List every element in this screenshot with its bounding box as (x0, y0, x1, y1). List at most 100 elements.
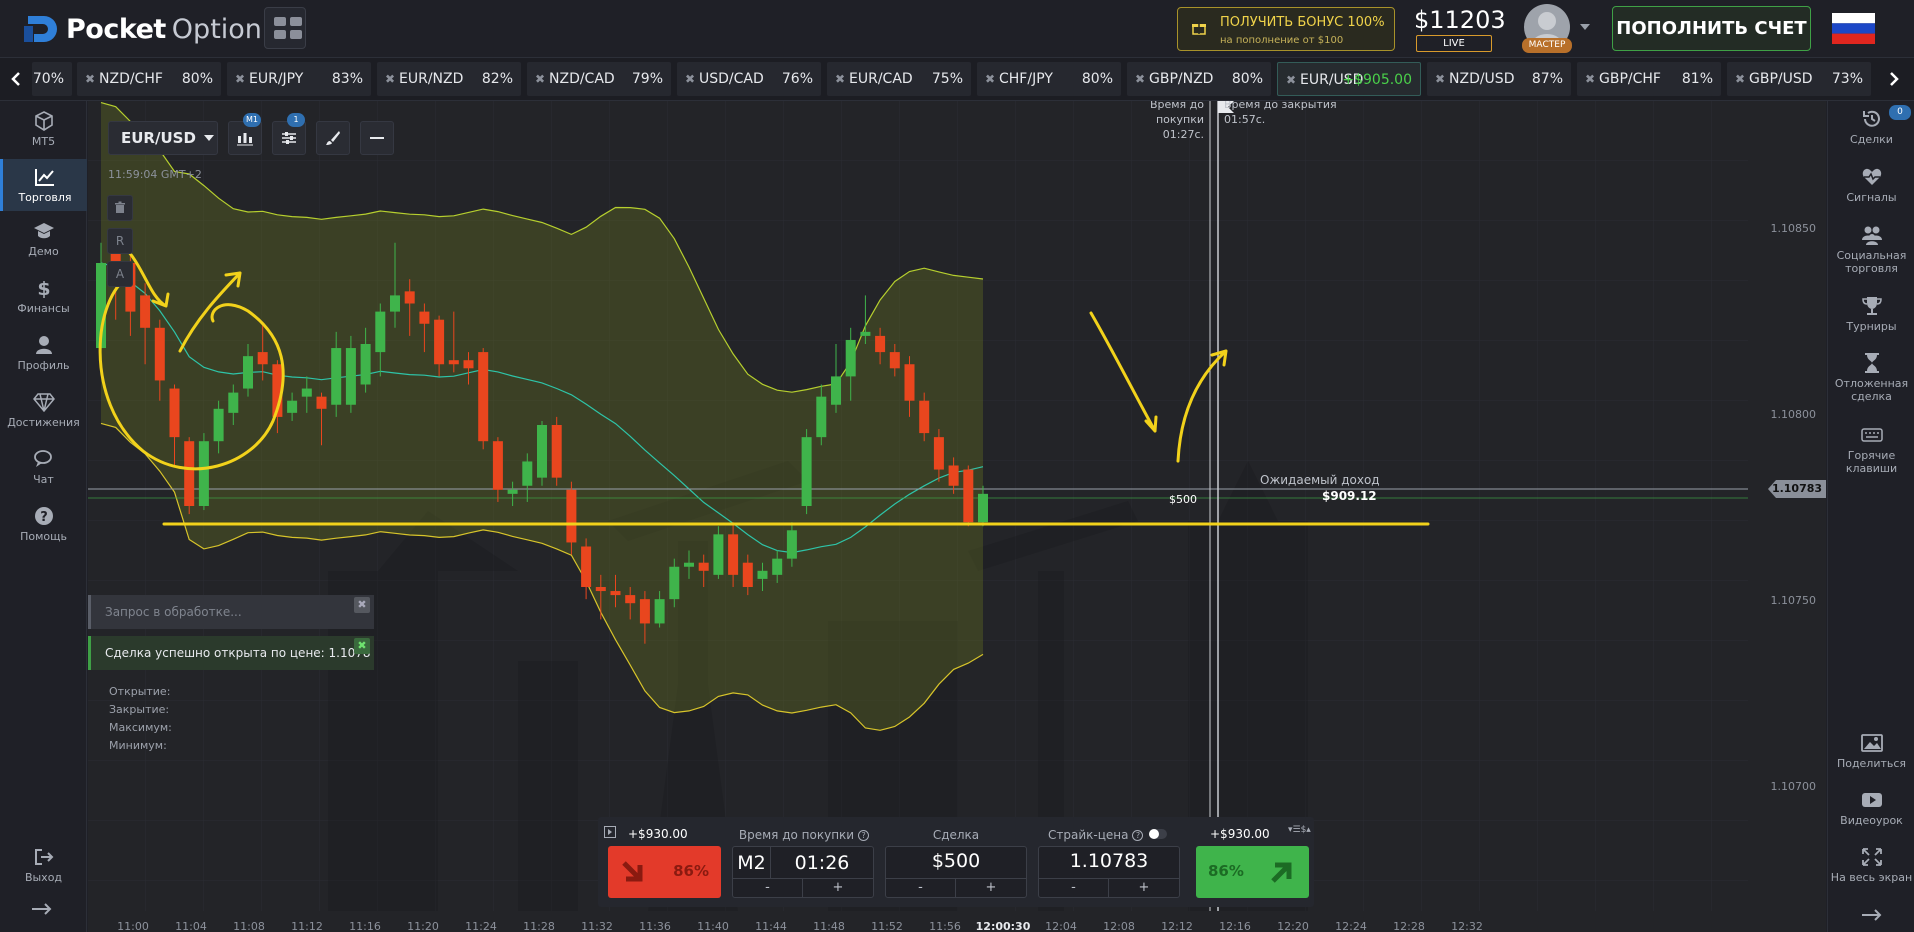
close-icon[interactable]: ✖ (1435, 62, 1445, 96)
pair-tab[interactable]: ✖ USD/CAD 76% (677, 62, 821, 96)
pair-tab[interactable]: ✖ NZD/CAD 79% (527, 62, 671, 96)
pair-tab[interactable]: ✖ NZD/CHF 80% (77, 62, 221, 96)
pair-name: USD/CAD (699, 71, 764, 87)
close-icon[interactable]: ✖ (1585, 62, 1595, 96)
more-options-button[interactable] (360, 121, 394, 155)
strike-plus-button[interactable]: + (1109, 878, 1179, 897)
r-tool-button[interactable]: R (107, 228, 133, 254)
collapse-arrow-icon[interactable] (30, 901, 54, 917)
sidebar-item-achievements[interactable]: Достижения (0, 392, 87, 440)
candle-bear (948, 465, 959, 486)
sidebar-item-video-tutorial[interactable]: Видеоурок (1828, 790, 1914, 838)
sidebar-item-chat[interactable]: Чат (0, 449, 87, 497)
scroll-left-icon[interactable] (8, 70, 26, 88)
pair-tab[interactable]: ✖ CHF/JPY 80% (977, 62, 1121, 96)
timeframe-value[interactable]: M2 (733, 847, 771, 879)
sidebar-item-tournaments[interactable]: Турниры (1828, 296, 1914, 344)
candle-bull (287, 400, 298, 413)
pair-tab[interactable]: 70% (32, 62, 72, 96)
time-to-buy-info: Время до покупки 01:27c. (1100, 101, 1204, 142)
collapse-panel-icon[interactable] (604, 823, 616, 838)
sidebar-item-trading[interactable]: Торговля (0, 159, 87, 211)
pair-tab[interactable]: ✖ GBP/CHF 81% (1577, 62, 1721, 96)
strike-toggle[interactable] (1149, 829, 1168, 839)
expand-arrow-icon[interactable] (1860, 907, 1884, 923)
close-icon[interactable]: ✖ (354, 597, 370, 613)
pair-tab[interactable]: ✖ EUR/JPY 83% (227, 62, 371, 96)
sidebar-item-demo[interactable]: Демо (0, 221, 87, 269)
settings-icon[interactable]: ▾☰$▴ (1288, 825, 1311, 835)
balance[interactable]: $11203 LIVE (1414, 6, 1506, 52)
pair-tab[interactable]: ✖ NZD/USD 87% (1427, 62, 1571, 96)
close-icon[interactable]: ✖ (235, 62, 245, 96)
time-minus-button[interactable]: - (733, 878, 803, 897)
scroll-right-icon[interactable] (1884, 70, 1902, 88)
close-icon[interactable]: ✖ (1135, 62, 1145, 96)
buy-button[interactable]: 86% (1196, 846, 1309, 898)
pair-tab[interactable]: ✖ EUR/CAD 75% (827, 62, 971, 96)
sidebar-item-fullscreen[interactable]: На весь экран (1828, 847, 1914, 895)
flag-icon[interactable] (1832, 13, 1875, 44)
pair-select[interactable]: EUR/USD (108, 121, 218, 155)
amount-value[interactable]: $500 (886, 850, 1026, 872)
sidebar-item-logout[interactable]: Выход (0, 847, 87, 887)
pair-name: NZD/CAD (549, 71, 615, 87)
logo[interactable]: Pocket Option (24, 12, 262, 46)
trash-tool-button[interactable] (107, 195, 133, 221)
close-icon[interactable]: ✖ (354, 638, 370, 654)
bonus-button[interactable]: ПОЛУЧИТЬ БОНУС 100% на пополнение от $10… (1177, 7, 1395, 51)
grid-cell (290, 17, 302, 26)
strike-field[interactable]: 1.10783 - + (1038, 846, 1180, 898)
close-icon[interactable]: ✖ (385, 62, 395, 96)
amount-field[interactable]: $500 - + (885, 846, 1027, 898)
close-icon[interactable]: ✖ (685, 62, 695, 96)
deposit-button[interactable]: ПОПОЛНИТЬ СЧЕТ (1612, 6, 1811, 51)
close-icon[interactable]: ✖ (835, 62, 845, 96)
drawing-tools-button[interactable] (316, 121, 350, 155)
sidebar-item-help[interactable]: ? Помощь (0, 506, 87, 554)
chart-canvas[interactable] (88, 101, 1826, 932)
candle-bear (728, 534, 739, 575)
sidebar-item-signals[interactable]: Сигналы (1828, 167, 1914, 215)
trophy-icon (1861, 297, 1882, 315)
close-icon[interactable]: ✖ (1735, 62, 1745, 96)
close-icon[interactable]: ✖ (535, 62, 545, 96)
sell-button[interactable]: 86% (608, 846, 721, 898)
sidebar-item-finance[interactable]: $ Финансы (0, 278, 87, 326)
time-value[interactable]: 01:26 (771, 847, 873, 879)
candle-bear (610, 591, 621, 596)
strike-minus-button[interactable]: - (1039, 878, 1109, 897)
candle-bull (772, 558, 783, 575)
chart-area[interactable]: EUR/USD M1 1 11:59:04 GMT+2 R A Время до… (88, 101, 1826, 932)
sidebar-item-hotkeys[interactable]: Горячие клавиши (1828, 425, 1914, 485)
help-icon[interactable]: ? (1132, 830, 1144, 841)
close-icon[interactable]: ✖ (85, 62, 95, 96)
strike-value[interactable]: 1.10783 (1039, 850, 1179, 872)
help-icon[interactable]: ? (858, 830, 870, 841)
amount-plus-button[interactable]: + (956, 878, 1026, 897)
close-icon[interactable]: ✖ (985, 62, 995, 96)
chart-type-button[interactable]: M1 (228, 113, 262, 155)
apps-grid-button[interactable] (264, 7, 306, 49)
pair-payout: 80% (181, 71, 213, 87)
a-tool-button[interactable]: A (107, 261, 133, 287)
avatar[interactable]: МАСТЕР (1522, 4, 1572, 54)
sidebar-item-pending-trade[interactable]: Отложенная сделка (1828, 353, 1914, 413)
sidebar-item-mt5[interactable]: MT5 (0, 107, 87, 155)
sidebar-item-profile[interactable]: Профиль (0, 335, 87, 383)
x-axis-tick: 11:08 (233, 920, 265, 932)
sidebar-item-share[interactable]: Поделиться (1828, 733, 1914, 781)
sidebar-item-social-trading[interactable]: Социальная торговля (1828, 225, 1914, 285)
close-icon[interactable]: ✖ (1286, 63, 1296, 97)
pair-tab[interactable]: ✖ GBP/NZD 80% (1127, 62, 1271, 96)
pair-tab[interactable]: ✖ GBP/USD 73% (1727, 62, 1871, 96)
pair-tab-active[interactable]: ✖ EUR/USD +$905.00 (1277, 62, 1421, 96)
sidebar-item-trades[interactable]: Сделки 0 (1828, 105, 1914, 157)
chevron-down-icon[interactable] (1580, 24, 1590, 30)
pair-tab[interactable]: ✖ EUR/NZD 82% (377, 62, 521, 96)
time-plus-button[interactable]: + (803, 878, 873, 897)
dollar-icon: $ (37, 278, 50, 298)
amount-minus-button[interactable]: - (886, 878, 956, 897)
indicators-button[interactable]: 1 (272, 113, 306, 155)
time-field[interactable]: M2 01:26 - + (732, 846, 874, 898)
